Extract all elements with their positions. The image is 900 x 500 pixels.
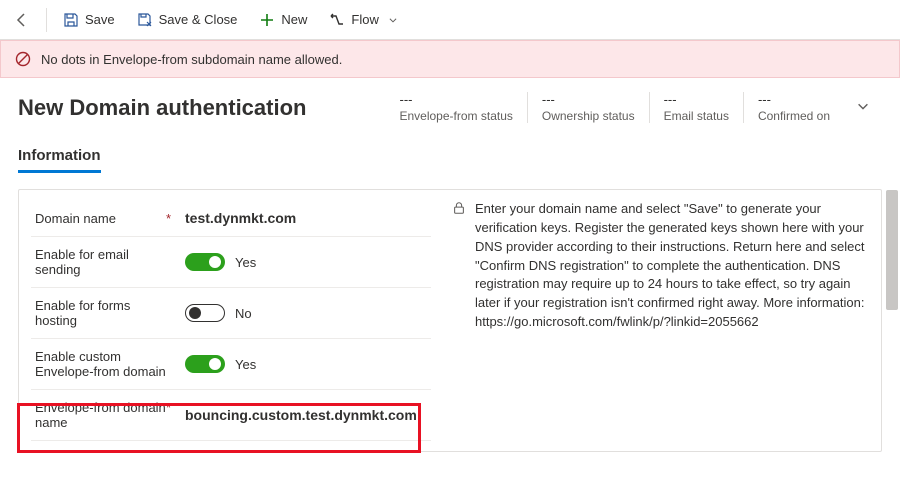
flow-icon <box>329 12 345 28</box>
chevron-down-icon <box>385 12 401 28</box>
alert-message: No dots in Envelope-from subdomain name … <box>41 52 342 67</box>
plus-icon <box>259 12 275 28</box>
save-icon <box>63 12 79 28</box>
status-email: --- Email status <box>649 92 743 123</box>
field-enable-envelope[interactable]: Enable custom Envelope-from domain Yes <box>31 339 431 390</box>
vertical-scrollbar[interactable] <box>886 190 898 310</box>
back-button[interactable] <box>4 6 40 34</box>
save-label: Save <box>85 12 115 27</box>
tab-bar: Information <box>0 129 900 173</box>
flow-label: Flow <box>351 12 378 27</box>
form-column: Domain name* test.dynmkt.com Enable for … <box>31 200 431 441</box>
toggle-switch[interactable] <box>185 304 225 322</box>
tab-information[interactable]: Information <box>18 147 101 173</box>
new-label: New <box>281 12 307 27</box>
toggle-switch[interactable] <box>185 253 225 271</box>
page-title: New Domain authentication <box>18 95 306 121</box>
back-arrow-icon <box>14 12 30 28</box>
toggle-value: Yes <box>235 357 256 372</box>
field-enable-email[interactable]: Enable for email sending Yes <box>31 237 431 288</box>
field-envelope-name[interactable]: Envelope-from domain name* bouncing.cust… <box>31 390 431 441</box>
field-value: test.dynmkt.com <box>185 210 427 226</box>
field-label: Enable for forms hosting <box>35 298 185 328</box>
status-confirmed: --- Confirmed on <box>743 92 844 123</box>
page-header: New Domain authentication --- Envelope-f… <box>0 78 900 129</box>
expand-header-button[interactable] <box>844 99 882 116</box>
toggle-value: No <box>235 306 252 321</box>
field-label: Envelope-from domain name* <box>35 400 185 430</box>
field-label: Enable for email sending <box>35 247 185 277</box>
status-ownership: --- Ownership status <box>527 92 649 123</box>
field-value: bouncing.custom.test.dynmkt.com <box>185 407 427 423</box>
info-text: Enter your domain name and select "Save"… <box>475 200 869 441</box>
prohibited-icon <box>15 51 31 67</box>
field-label: Domain name* <box>35 211 185 226</box>
toggle-value: Yes <box>235 255 256 270</box>
save-button[interactable]: Save <box>53 6 125 34</box>
form-panel: Domain name* test.dynmkt.com Enable for … <box>18 189 882 452</box>
toggle-switch[interactable] <box>185 355 225 373</box>
save-close-label: Save & Close <box>159 12 238 27</box>
field-enable-forms[interactable]: Enable for forms hosting No <box>31 288 431 339</box>
toolbar-separator <box>46 8 47 32</box>
lock-icon <box>451 200 467 216</box>
command-bar: Save Save & Close New Flow <box>0 0 900 40</box>
new-button[interactable]: New <box>249 6 317 34</box>
save-close-icon <box>137 12 153 28</box>
error-alert: No dots in Envelope-from subdomain name … <box>0 40 900 78</box>
status-envelope: --- Envelope-from status <box>385 92 526 123</box>
info-column: Enter your domain name and select "Save"… <box>451 200 869 441</box>
flow-button[interactable]: Flow <box>319 6 410 34</box>
save-close-button[interactable]: Save & Close <box>127 6 248 34</box>
status-group: --- Envelope-from status --- Ownership s… <box>385 92 882 123</box>
field-label: Enable custom Envelope-from domain <box>35 349 185 379</box>
field-domain-name[interactable]: Domain name* test.dynmkt.com <box>31 200 431 237</box>
